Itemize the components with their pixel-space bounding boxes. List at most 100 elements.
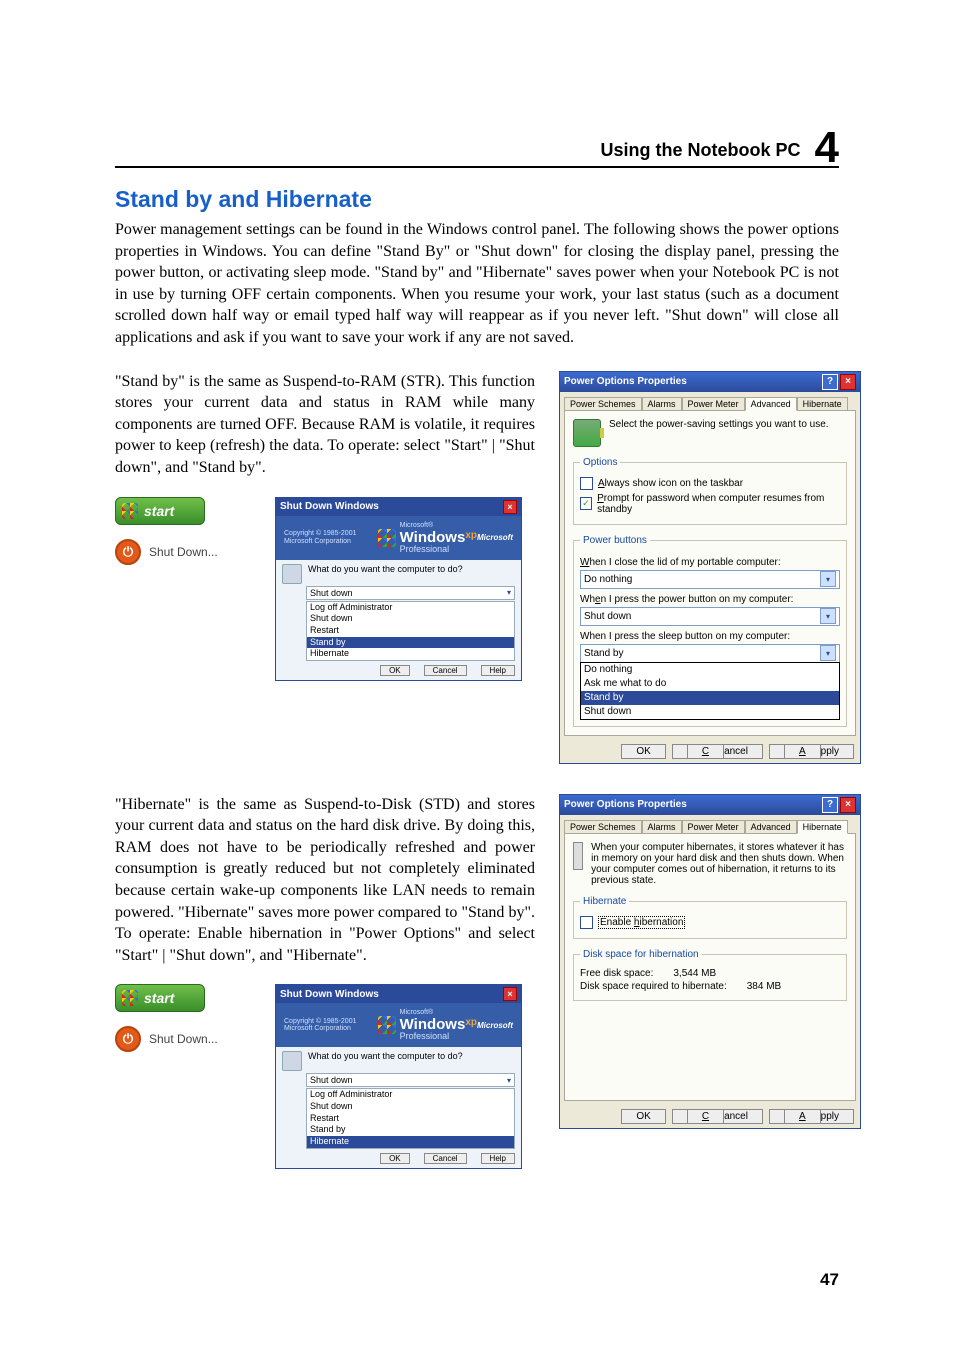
required-space-value: 384 MB <box>747 981 781 992</box>
list-item-hibernate[interactable]: Hibernate <box>307 1136 514 1148</box>
list-item[interactable]: Restart <box>307 625 514 637</box>
help-icon[interactable]: ? <box>822 374 838 390</box>
sleep-button-dropdown[interactable]: Stand by ▾ <box>580 644 840 663</box>
chevron-down-icon: ▾ <box>507 1076 511 1085</box>
shutdown-menu-item[interactable]: ⏻ Shut Down... <box>115 539 255 565</box>
chevron-down-icon: ▾ <box>820 608 836 624</box>
options-legend: Options <box>580 457 620 468</box>
action-dropdown-list: Log off Administrator Shut down Restart … <box>306 1088 515 1148</box>
dialog-title: Shut Down Windows <box>280 989 379 1000</box>
tab-power-schemes[interactable]: Power Schemes <box>564 820 642 834</box>
tab-alarms[interactable]: Alarms <box>642 397 682 411</box>
page-number: 47 <box>820 1270 839 1290</box>
prompt-checkbox-row[interactable]: ✓ Prompt for password when computer resu… <box>580 493 840 515</box>
diskspace-legend: Disk space for hibernation <box>580 949 702 960</box>
tab-power-meter[interactable]: Power Meter <box>682 820 745 834</box>
tab-panel: When your computer hibernates, it stores… <box>564 833 856 1101</box>
enable-hibernation-label: Enable hibernation <box>598 916 685 929</box>
brand-xp: xp <box>465 530 477 541</box>
tab-advanced[interactable]: Advanced <box>745 820 797 834</box>
windows-flag-icon <box>122 503 138 519</box>
brand-copyright: Copyright © 1985-2001 Microsoft Corporat… <box>284 1018 378 1033</box>
list-item[interactable]: Restart <box>307 1113 514 1125</box>
dialog-buttons: OK Cancel Help <box>276 663 521 680</box>
shutdown-menu-item[interactable]: ⏻ Shut Down... <box>115 1026 255 1052</box>
list-item[interactable]: Shut down <box>307 1101 514 1113</box>
checkbox-checked-icon: ✓ <box>580 497 592 510</box>
dialog-title: Power Options Properties <box>564 376 687 387</box>
diskspace-fieldset: Disk space for hibernation Free disk spa… <box>573 949 847 1001</box>
ok-button[interactable]: OK <box>621 744 665 759</box>
list-item[interactable]: Do nothing <box>581 663 839 677</box>
close-icon[interactable]: × <box>840 374 856 390</box>
dialog-buttons: OK Cancel Help <box>276 1151 521 1168</box>
lid-dropdown[interactable]: Do nothing ▾ <box>580 570 840 589</box>
apply-button[interactable]: Apply <box>769 744 854 759</box>
power-off-icon: ⏻ <box>115 539 141 565</box>
hibernate-thumb-row: start ⏻ Shut Down... Shut Down Windows ×… <box>115 984 535 1168</box>
list-item[interactable]: Log off Administrator <box>307 602 514 614</box>
standby-paragraph: "Stand by" is the same as Suspend-to-RAM… <box>115 371 535 479</box>
tab-panel: Select the power-saving settings you wan… <box>564 410 856 736</box>
lid-value: Do nothing <box>584 574 632 585</box>
ok-button[interactable]: OK <box>380 1153 410 1164</box>
list-item[interactable]: Stand by <box>307 1124 514 1136</box>
start-button[interactable]: start <box>115 497 205 525</box>
close-icon[interactable]: × <box>503 500 517 514</box>
list-item[interactable]: Shut down <box>581 705 839 719</box>
chevron-down-icon: ▾ <box>507 588 511 597</box>
close-icon[interactable]: × <box>503 987 517 1001</box>
start-thumb: start ⏻ Shut Down... <box>115 497 255 565</box>
shutdown-menu-label: Shut Down... <box>149 1032 218 1046</box>
tab-alarms[interactable]: Alarms <box>642 820 682 834</box>
cancel-button[interactable]: Cancel <box>672 744 763 759</box>
start-button[interactable]: start <box>115 984 205 1012</box>
action-select[interactable]: Shut down ▾ <box>306 1073 515 1087</box>
close-icon[interactable]: × <box>840 797 856 813</box>
start-thumb: start ⏻ Shut Down... <box>115 984 255 1052</box>
brand-copyright: Copyright © 1985-2001 Microsoft Corporat… <box>284 530 378 545</box>
list-item[interactable]: Hibernate <box>307 648 514 660</box>
cancel-button[interactable]: Cancel <box>672 1109 763 1124</box>
power-buttons-legend: Power buttons <box>580 535 650 546</box>
ok-button[interactable]: OK <box>621 1109 665 1124</box>
help-button[interactable]: Help <box>481 1153 515 1164</box>
taskbar-checkbox-label: Always show icon on the taskbar <box>598 478 743 489</box>
list-item-standby[interactable]: Stand by <box>307 637 514 649</box>
section-heading: Stand by and Hibernate <box>115 186 839 213</box>
brand-small: Microsoft® <box>400 1009 477 1016</box>
action-selected: Shut down <box>310 1075 353 1085</box>
tab-hibernate[interactable]: Hibernate <box>797 820 848 834</box>
page-header: Using the Notebook PC 4 <box>115 120 839 168</box>
action-select[interactable]: Shut down ▾ <box>306 586 515 600</box>
dialog-brand: Copyright © 1985-2001 Microsoft Corporat… <box>276 516 521 560</box>
list-item[interactable]: Shut down <box>307 613 514 625</box>
windows-flag-icon <box>378 1016 396 1034</box>
power-button-dropdown[interactable]: Shut down ▾ <box>580 607 840 626</box>
brand-edition: Professional <box>400 1031 477 1041</box>
tab-strip: Power Schemes Alarms Power Meter Advance… <box>560 392 860 410</box>
list-item[interactable]: Ask me what to do <box>581 677 839 691</box>
list-item-selected[interactable]: Stand by <box>581 691 839 705</box>
sleep-dropdown-list: Do nothing Ask me what to do Stand by Sh… <box>580 662 840 720</box>
cancel-button[interactable]: Cancel <box>424 1153 467 1164</box>
dialog-footer: OK Cancel Apply <box>560 740 860 763</box>
ok-button[interactable]: OK <box>380 665 410 676</box>
list-item[interactable]: Log off Administrator <box>307 1089 514 1101</box>
dialog-question: What do you want the computer to do? <box>308 1051 463 1061</box>
cancel-button[interactable]: Cancel <box>424 665 467 676</box>
brand-windows: Windows <box>400 529 466 546</box>
tab-power-schemes[interactable]: Power Schemes <box>564 397 642 411</box>
tab-hibernate[interactable]: Hibernate <box>797 397 848 411</box>
help-icon[interactable]: ? <box>822 797 838 813</box>
power-buttons-fieldset: Power buttons When I close the lid of my… <box>573 535 847 727</box>
tab-power-meter[interactable]: Power Meter <box>682 397 745 411</box>
apply-button[interactable]: Apply <box>769 1109 854 1124</box>
chevron-down-icon: ▾ <box>820 571 836 587</box>
power-button-label: When I press the power button on my comp… <box>580 594 840 605</box>
panel-description: Select the power-saving settings you wan… <box>609 419 829 430</box>
tab-advanced[interactable]: Advanced <box>745 397 797 411</box>
taskbar-checkbox-row[interactable]: Always show icon on the taskbar <box>580 477 840 490</box>
help-button[interactable]: Help <box>481 665 515 676</box>
enable-hibernation-row[interactable]: Enable hibernation <box>580 916 840 929</box>
